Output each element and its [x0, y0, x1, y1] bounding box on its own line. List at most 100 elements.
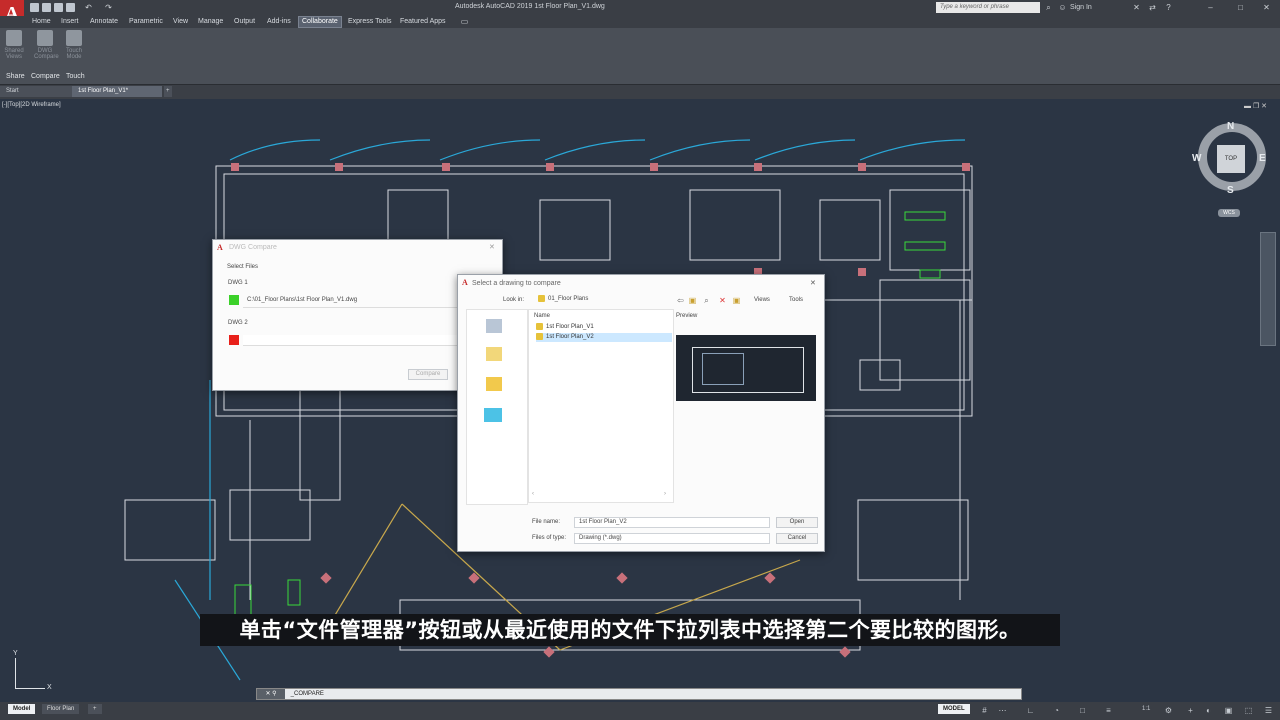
layout-tab-floor-plan[interactable]: Floor Plan — [42, 704, 80, 714]
ribbon-options-icon[interactable]: ▭ — [460, 17, 469, 26]
ucs-y-label: Y — [13, 650, 18, 657]
command-close-icon[interactable]: ✕ ⚲ — [257, 689, 285, 699]
tab-collaborate[interactable]: Collaborate — [298, 16, 342, 28]
dwg2-label: DWG 2 — [228, 320, 248, 326]
tab-home[interactable]: Home — [29, 16, 54, 28]
polar-icon[interactable]: ◔ — [1052, 706, 1061, 715]
compass-east[interactable]: E — [1259, 153, 1266, 164]
dwg1-color-swatch[interactable] — [229, 295, 239, 305]
history-icon[interactable] — [486, 319, 502, 333]
help-icon[interactable]: ? — [1164, 3, 1173, 12]
binoculars-icon[interactable]: ⌕ — [1044, 3, 1053, 12]
customize-icon[interactable]: ☰ — [1264, 706, 1273, 715]
scroll-right-icon[interactable]: › — [664, 491, 666, 497]
tab-insert[interactable]: Insert — [58, 16, 82, 28]
maximize-icon[interactable]: □ — [1236, 3, 1245, 12]
add-icon[interactable]: + — [1186, 706, 1195, 715]
dwg2-color-swatch[interactable] — [229, 335, 239, 345]
command-line[interactable]: ✕ ⚲ _COMPARE — [256, 688, 1022, 700]
close-icon[interactable]: ✕ — [1262, 3, 1271, 12]
isolate-icon[interactable]: ◐ — [1204, 706, 1213, 715]
look-in-select[interactable]: 01_Floor Plans — [534, 295, 666, 306]
tab-annotate[interactable]: Annotate — [87, 16, 121, 28]
file-item[interactable]: 1st Floor Plan_V1 — [536, 323, 670, 332]
add-layout-icon[interactable]: + — [88, 704, 102, 714]
dwg2-path-field[interactable] — [243, 335, 493, 346]
save-icon[interactable] — [54, 3, 63, 12]
dwg-compare-label: DWG Compare — [34, 48, 59, 60]
compare-button[interactable]: Compare — [408, 369, 448, 380]
tab-featured-apps[interactable]: Featured Apps — [397, 16, 449, 28]
hardware-accel-icon[interactable]: ▣ — [1224, 706, 1233, 715]
model-space-toggle[interactable]: MODEL — [938, 704, 970, 714]
compare-dialog-close-icon[interactable]: ✕ — [489, 243, 495, 251]
grid-icon[interactable]: # — [980, 706, 989, 715]
user-icon[interactable]: ☺ — [1058, 3, 1067, 12]
views-menu[interactable]: Views — [754, 297, 770, 303]
redo-icon[interactable]: ↷ — [104, 3, 113, 12]
search-web-icon[interactable]: ⌕ — [702, 296, 711, 305]
file-item-selected[interactable]: 1st Floor Plan_V2 — [536, 333, 672, 342]
tab-start[interactable]: Start — [0, 86, 80, 97]
search-input[interactable]: Type a keyword or phrase — [936, 2, 1040, 13]
open-file-icon[interactable] — [42, 3, 51, 12]
tab-drawing[interactable]: 1st Floor Plan_V1* — [72, 86, 162, 97]
places-list — [466, 309, 528, 505]
dwg1-path[interactable]: C:\01_Floor Plans\1st Floor Plan_V1.dwg — [247, 297, 357, 303]
desktop-icon[interactable] — [484, 408, 502, 422]
shared-views-button[interactable]: Shared Views — [3, 30, 25, 68]
scroll-left-icon[interactable]: ‹ — [532, 491, 534, 497]
compass-south[interactable]: S — [1227, 185, 1234, 196]
select-dialog-title: Select a drawing to compare — [472, 280, 561, 287]
tab-output[interactable]: Output — [231, 16, 258, 28]
delete-icon[interactable]: ✕ — [718, 296, 727, 305]
tab-add-ins[interactable]: Add-ins — [264, 16, 294, 28]
undo-icon[interactable]: ↶ — [84, 3, 93, 12]
ucs-x-label: X — [47, 684, 52, 691]
new-file-icon[interactable] — [30, 3, 39, 12]
dwg-compare-button[interactable]: DWG Compare — [34, 30, 59, 68]
select-files-label: Select Files — [227, 264, 259, 270]
add-tab-icon[interactable]: + — [164, 86, 172, 97]
tab-manage[interactable]: Manage — [195, 16, 226, 28]
back-icon[interactable]: ⇦ — [676, 296, 685, 305]
minimize-icon[interactable]: – — [1206, 3, 1215, 12]
cart-icon[interactable]: ✕ — [1132, 3, 1141, 12]
favorites-icon[interactable] — [486, 377, 502, 391]
tab-view[interactable]: View — [170, 16, 191, 28]
file-name-label: File name: — [532, 519, 561, 525]
osnap-icon[interactable]: □ — [1078, 706, 1087, 715]
wcs-menu[interactable]: WCS — [1218, 209, 1240, 217]
name-column-header[interactable]: Name — [534, 313, 550, 319]
exchange-icon[interactable]: ⇄ — [1148, 3, 1157, 12]
lineweight-icon[interactable]: ≡ — [1104, 706, 1113, 715]
compass-north[interactable]: N — [1227, 121, 1234, 132]
drawing-preview — [676, 335, 816, 401]
documents-icon[interactable] — [486, 347, 502, 361]
clean-screen-icon[interactable]: ⬚ — [1244, 706, 1253, 715]
viewport-window-controls[interactable]: ▬ ❐ ✕ — [1244, 102, 1267, 110]
files-of-type-select[interactable]: Drawing (*.dwg) — [574, 533, 770, 544]
touch-mode-button[interactable]: Touch Mode — [63, 30, 85, 68]
up-folder-icon[interactable]: ▣ — [688, 296, 697, 305]
tab-express-tools[interactable]: Express Tools — [345, 16, 394, 28]
open-button[interactable]: Open — [776, 517, 818, 528]
layout-tab-model[interactable]: Model — [8, 704, 36, 714]
compass-west[interactable]: W — [1192, 153, 1201, 164]
snap-icon[interactable]: ⋯ — [998, 706, 1007, 715]
viewport-controls[interactable]: [-][Top][2D Wireframe] — [2, 102, 61, 108]
tab-parametric[interactable]: Parametric — [126, 16, 166, 28]
viewcube-top[interactable]: TOP — [1217, 145, 1245, 173]
sign-in-link[interactable]: Sign In — [1070, 4, 1092, 11]
touch-mode-label: Touch Mode — [65, 48, 82, 60]
navigation-bar[interactable] — [1260, 232, 1276, 346]
tools-menu[interactable]: Tools — [789, 297, 803, 303]
file-name-input[interactable]: 1st Floor Plan_V2 — [574, 517, 770, 528]
select-dialog-close-icon[interactable]: ✕ — [810, 279, 816, 287]
settings-gear-icon[interactable]: ⚙ — [1164, 706, 1173, 715]
ortho-icon[interactable]: ∟ — [1026, 706, 1035, 715]
annotation-scale[interactable]: 1:1 — [1142, 706, 1150, 712]
cancel-button[interactable]: Cancel — [776, 533, 818, 544]
save-as-icon[interactable] — [66, 3, 75, 12]
create-folder-icon[interactable]: ▣ — [732, 296, 741, 305]
